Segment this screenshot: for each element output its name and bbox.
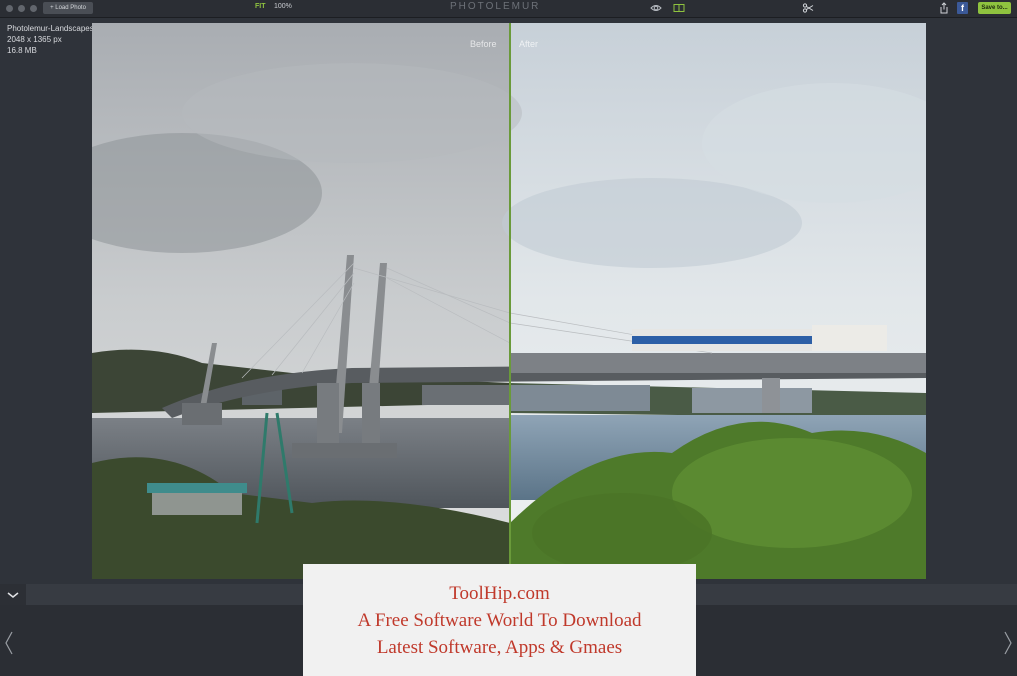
chevron-right-icon[interactable]: [1002, 630, 1014, 656]
fit-zoom-button[interactable]: FIT: [255, 3, 266, 10]
save-to-button[interactable]: Save to...: [978, 2, 1011, 14]
chevron-down-icon: [7, 592, 19, 598]
scissors-icon[interactable]: [802, 2, 814, 14]
landscape-photo: [92, 23, 926, 579]
chevron-left-icon[interactable]: [3, 630, 15, 656]
watermark-line-2: A Free Software World To Download: [357, 610, 642, 631]
window-minimize-button[interactable]: [18, 5, 25, 12]
load-photo-button[interactable]: + Load Photo: [43, 2, 93, 14]
split-view-icon[interactable]: [673, 2, 685, 14]
watermark-line-3: Latest Software, Apps & Gmaes: [376, 637, 623, 658]
window-zoom-button[interactable]: [30, 5, 37, 12]
facebook-button[interactable]: f: [957, 2, 968, 14]
share-icon[interactable]: [938, 2, 950, 14]
zoom-100-button[interactable]: 100%: [274, 3, 292, 10]
before-label: Before: [470, 39, 497, 49]
photo-preview[interactable]: Before After: [92, 23, 926, 579]
top-toolbar: + Load Photo FIT 100% PHOTOLEMUR f Save …: [0, 0, 1017, 18]
window-close-button[interactable]: [6, 5, 13, 12]
after-label: After: [519, 39, 539, 49]
app-title: PHOTOLEMUR: [450, 1, 541, 12]
collapse-filmstrip-button[interactable]: [0, 584, 26, 605]
watermark-line-1: ToolHip.com: [449, 583, 550, 604]
watermark-overlay: ToolHip.com A Free Software World To Dow…: [303, 564, 696, 676]
eye-icon[interactable]: [650, 2, 662, 14]
